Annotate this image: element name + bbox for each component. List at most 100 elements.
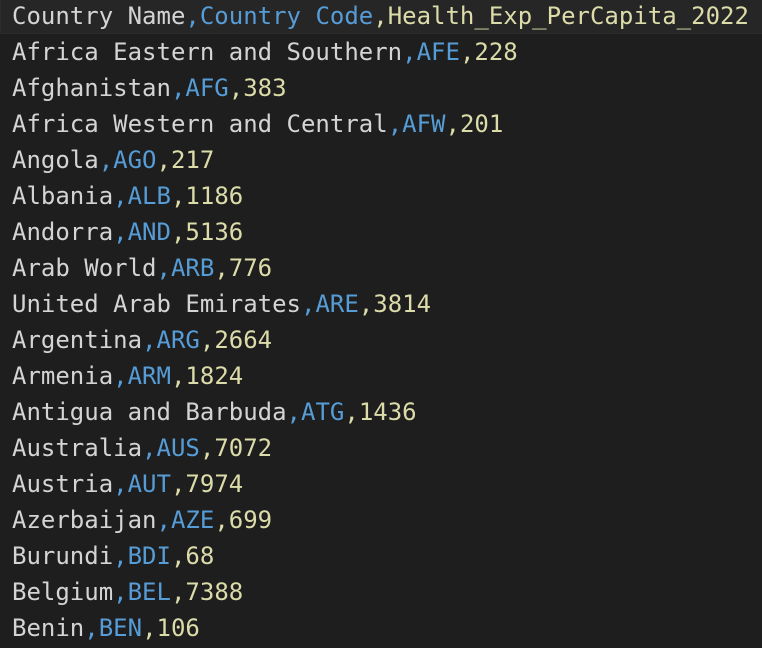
- comma-separator: ,: [344, 398, 359, 426]
- country-name-cell: Antigua and Barbuda: [12, 398, 287, 426]
- country-name-cell: Afghanistan: [12, 74, 171, 102]
- data-line[interactable]: Argentina,ARG,2664: [12, 322, 272, 358]
- comma-separator: ,: [113, 578, 128, 606]
- health-exp-cell: 2664: [214, 326, 273, 354]
- comma-separator: ,: [300, 290, 316, 318]
- country-code-cell: Country Code: [199, 2, 374, 30]
- health-exp-cell: 201: [459, 110, 504, 138]
- data-line[interactable]: United Arab Emirates,ARE,3814: [12, 286, 431, 322]
- comma-separator: ,: [156, 254, 171, 282]
- data-line[interactable]: Azerbaijan,AZE,699: [12, 502, 272, 538]
- data-line[interactable]: Afghanistan,AFG,383: [12, 70, 287, 106]
- comma-separator: ,: [358, 290, 374, 318]
- country-code-cell: AFG: [185, 74, 229, 102]
- comma-separator: ,: [84, 614, 99, 642]
- comma-separator: ,: [373, 2, 388, 30]
- comma-separator: ,: [214, 506, 229, 534]
- data-line[interactable]: Angola,AGO,217: [12, 142, 214, 178]
- data-line[interactable]: Armenia,ARM,1824: [12, 358, 243, 394]
- country-name-cell: Australia: [12, 434, 143, 462]
- health-exp-cell: 776: [228, 254, 273, 282]
- comma-separator: ,: [170, 470, 186, 498]
- comma-separator: ,: [113, 182, 128, 210]
- country-code-cell: AFW: [402, 110, 446, 138]
- csv-editor[interactable]: Country Name, Country Code, Health_Exp_Per…: [0, 0, 762, 648]
- health-exp-cell: 1436: [358, 398, 417, 426]
- country-code-cell: AFE: [416, 38, 460, 66]
- data-line[interactable]: Benin,BEN,106: [12, 610, 200, 646]
- country-code-cell: BEN: [98, 614, 143, 642]
- data-line[interactable]: Arab World,ARB,776: [12, 250, 272, 286]
- comma-separator: ,: [170, 218, 186, 246]
- country-code-cell: ARG: [156, 326, 200, 354]
- comma-separator: ,: [113, 218, 128, 246]
- health-exp-cell: 228: [474, 38, 518, 66]
- data-line[interactable]: Belgium,BEL,7388: [12, 574, 243, 610]
- comma-separator: ,: [214, 254, 229, 282]
- comma-separator: ,: [170, 578, 186, 606]
- data-line[interactable]: Africa Western and Central,AFW,201: [12, 106, 503, 142]
- header-line[interactable]: Country Name,Country Code,Health_Exp_Per…: [0, 0, 762, 34]
- comma-separator: ,: [199, 326, 215, 354]
- country-name-cell: Armenia: [12, 362, 114, 390]
- comma-separator: ,: [402, 38, 417, 66]
- health-exp-cell: 1824: [185, 362, 244, 390]
- comma-separator: ,: [113, 470, 128, 498]
- comma-separator: ,: [459, 38, 475, 66]
- comma-separator: ,: [142, 326, 157, 354]
- comma-separator: ,: [199, 434, 215, 462]
- comma-separator: ,: [170, 362, 186, 390]
- data-line[interactable]: Austria,AUT,7974: [12, 466, 243, 502]
- health-exp-cell: 217: [170, 146, 215, 174]
- comma-separator: ,: [170, 74, 186, 102]
- country-code-cell: BEL: [127, 578, 171, 606]
- comma-separator: ,: [142, 614, 157, 642]
- health-exp-cell: 68: [185, 542, 215, 570]
- data-line[interactable]: Burundi,BDI,68: [12, 538, 214, 574]
- comma-separator: ,: [286, 398, 301, 426]
- health-exp-cell: 1186: [185, 182, 244, 210]
- health-exp-cell: 5136: [185, 218, 244, 246]
- country-code-cell: ARE: [315, 290, 359, 318]
- comma-separator: ,: [228, 74, 244, 102]
- comma-separator: ,: [156, 146, 171, 174]
- country-code-cell: AUS: [156, 434, 200, 462]
- comma-separator: ,: [185, 2, 200, 30]
- country-name-cell: Country Name: [12, 2, 186, 30]
- country-code-cell: BDI: [127, 542, 171, 570]
- country-name-cell: Albania: [12, 182, 114, 210]
- health-exp-cell: 3814: [373, 290, 432, 318]
- data-line[interactable]: Australia,AUS,7072: [12, 430, 272, 466]
- data-line[interactable]: Africa Eastern and Southern,AFE,228: [12, 34, 518, 70]
- country-name-cell: Benin: [12, 614, 85, 642]
- country-name-cell: Africa Western and Central: [12, 110, 388, 138]
- comma-separator: ,: [156, 506, 171, 534]
- comma-separator: ,: [170, 542, 186, 570]
- comma-separator: ,: [113, 542, 128, 570]
- country-name-cell: Angola: [12, 146, 99, 174]
- country-name-cell: Andorra: [12, 218, 114, 246]
- country-name-cell: Belgium: [12, 578, 114, 606]
- health-exp-cell: 7974: [185, 470, 244, 498]
- comma-separator: ,: [170, 182, 186, 210]
- health-exp-cell: 7388: [185, 578, 244, 606]
- health-exp-cell: 7072: [214, 434, 273, 462]
- country-code-cell: ATG: [301, 398, 345, 426]
- data-line[interactable]: Albania,ALB,1186: [12, 178, 243, 214]
- comma-separator: ,: [387, 110, 403, 138]
- health-exp-cell: 383: [243, 74, 287, 102]
- country-name-cell: Azerbaijan: [12, 506, 157, 534]
- country-code-cell: ARM: [127, 362, 171, 390]
- country-code-cell: ARB: [170, 254, 215, 282]
- comma-separator: ,: [445, 110, 460, 138]
- comma-separator: ,: [142, 434, 157, 462]
- country-code-cell: AND: [127, 218, 171, 246]
- data-line[interactable]: Andorra,AND,5136: [12, 214, 243, 250]
- country-name-cell: United Arab Emirates: [12, 290, 301, 318]
- country-code-cell: AGO: [113, 146, 157, 174]
- data-line[interactable]: Antigua and Barbuda,ATG,1436: [12, 394, 417, 430]
- country-code-cell: ALB: [127, 182, 171, 210]
- comma-separator: ,: [113, 362, 128, 390]
- country-name-cell: Austria: [12, 470, 114, 498]
- country-name-cell: Argentina: [12, 326, 143, 354]
